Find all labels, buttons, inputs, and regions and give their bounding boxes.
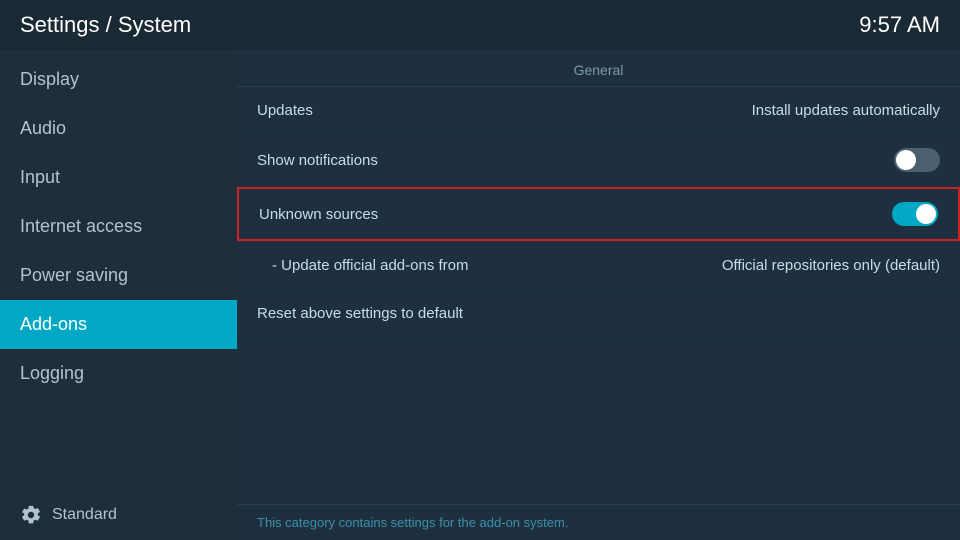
setting-label-unknown-sources: Unknown sources (259, 206, 378, 223)
sidebar-item-audio[interactable]: Audio (0, 104, 237, 153)
setting-label-reset: Reset above settings to default (257, 305, 463, 322)
sidebar-item-add-ons[interactable]: Add-ons (0, 300, 237, 349)
page-title: Settings / System (20, 12, 191, 38)
content-area: General Updates Install updates automati… (237, 50, 960, 540)
sidebar-footer[interactable]: Standard (0, 490, 237, 540)
sidebar-item-input[interactable]: Input (0, 153, 237, 202)
setting-row-reset[interactable]: Reset above settings to default (237, 290, 960, 338)
setting-value-updates: Install updates automatically (752, 102, 940, 119)
gear-icon (20, 504, 42, 526)
sidebar-item-logging[interactable]: Logging (0, 349, 237, 398)
setting-row-unknown-sources[interactable]: Unknown sources (237, 187, 960, 241)
settings-list: General Updates Install updates automati… (237, 50, 960, 504)
sidebar-level-label: Standard (52, 506, 117, 524)
setting-label-updates: Updates (257, 102, 313, 119)
toggle-unknown-sources[interactable] (892, 202, 938, 226)
sidebar: Display Audio Input Internet access Powe… (0, 50, 237, 540)
setting-row-updates[interactable]: Updates Install updates automatically (237, 87, 960, 135)
setting-row-show-notifications[interactable]: Show notifications (237, 135, 960, 186)
content-footer: This category contains settings for the … (237, 504, 960, 540)
footer-description: This category contains settings for the … (257, 515, 568, 530)
sidebar-nav: Display Audio Input Internet access Powe… (0, 50, 237, 398)
setting-value-update-addons: Official repositories only (default) (722, 257, 940, 274)
header: Settings / System 9:57 AM (0, 0, 960, 50)
clock: 9:57 AM (859, 12, 940, 38)
setting-label-show-notifications: Show notifications (257, 152, 378, 169)
section-header: General (237, 50, 960, 87)
setting-row-update-addons[interactable]: - Update official add-ons from Official … (237, 242, 960, 290)
toggle-show-notifications[interactable] (894, 148, 940, 172)
setting-label-update-addons: - Update official add-ons from (272, 257, 469, 274)
main-layout: Display Audio Input Internet access Powe… (0, 50, 960, 540)
sidebar-item-display[interactable]: Display (0, 55, 237, 104)
sidebar-item-internet-access[interactable]: Internet access (0, 202, 237, 251)
sidebar-item-power-saving[interactable]: Power saving (0, 251, 237, 300)
